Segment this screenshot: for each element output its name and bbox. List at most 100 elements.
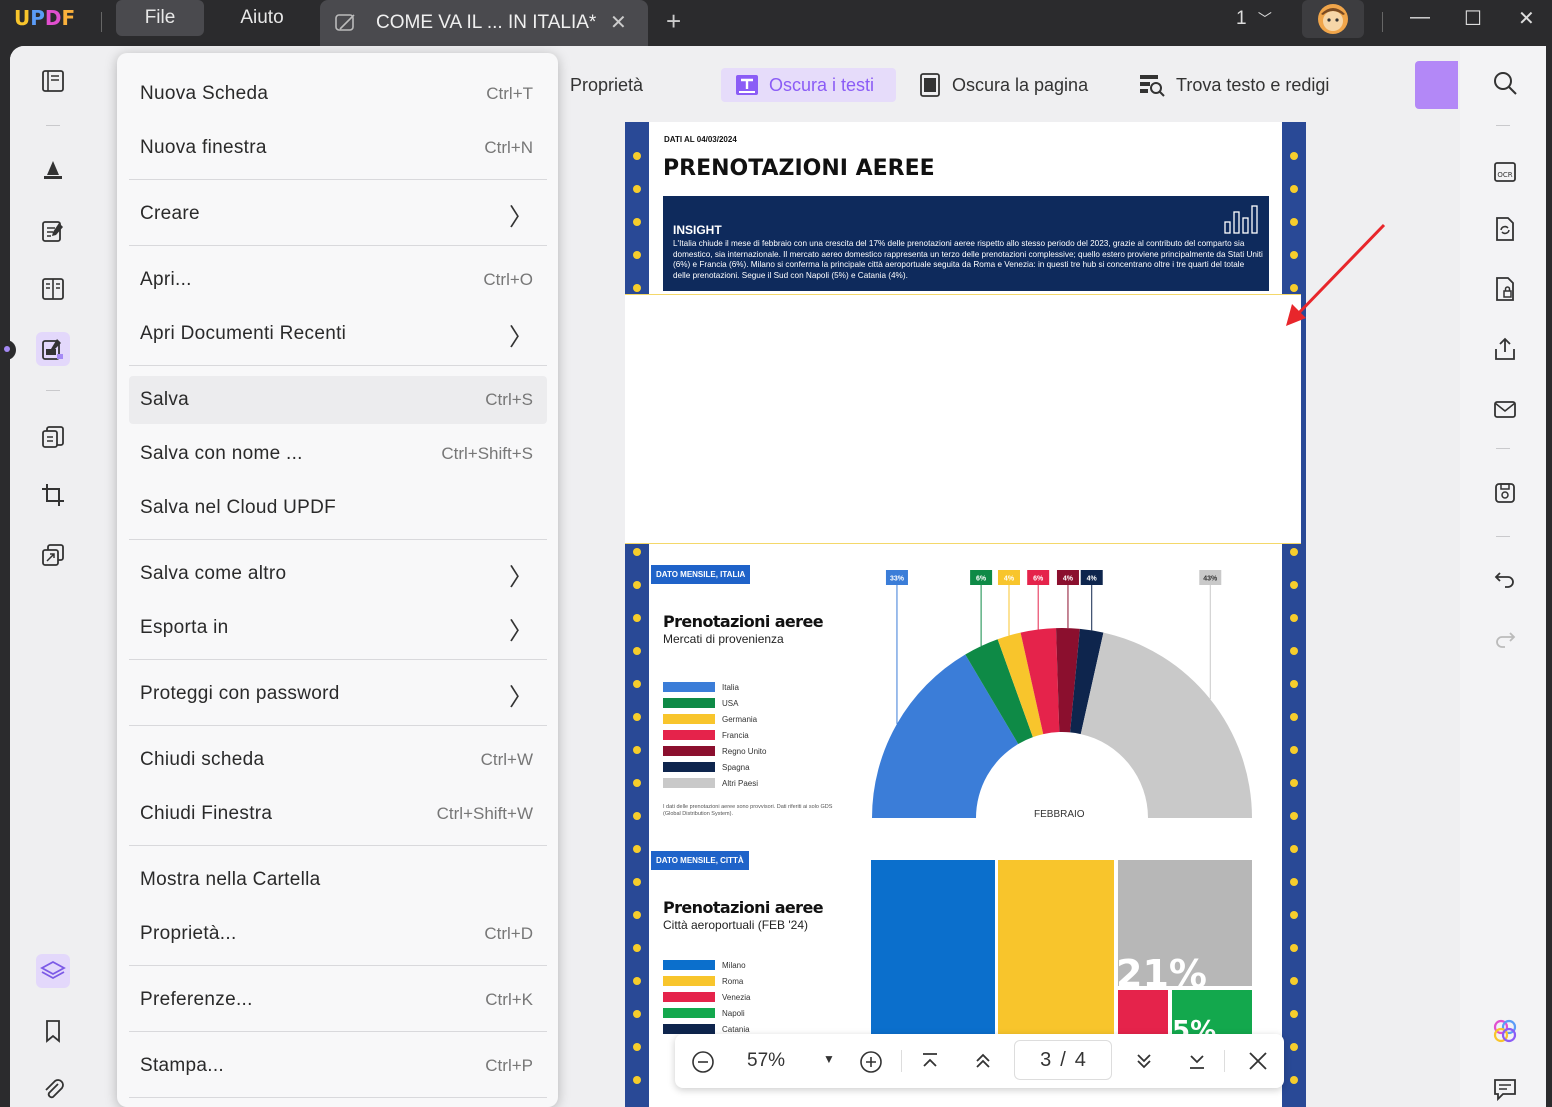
redacted-area[interactable]	[625, 294, 1301, 544]
undo-icon[interactable]	[1488, 562, 1522, 596]
menu-item-esporta[interactable]: Esporta in 〉	[129, 604, 547, 652]
menu-item-preferenze[interactable]: Preferenze... Ctrl+K	[129, 976, 547, 1024]
organize-pages-icon[interactable]	[36, 272, 70, 306]
zoom-level[interactable]: 57%	[747, 1050, 785, 1072]
legend-item: Germania	[663, 714, 757, 724]
legend-label: Italia	[722, 682, 739, 692]
reader-icon[interactable]	[36, 64, 70, 98]
edit-icon	[335, 14, 355, 31]
nav-divider	[901, 1050, 902, 1072]
menu-item-proprieta[interactable]: Proprietà... Ctrl+D	[129, 910, 547, 958]
maximize-button[interactable]: ☐	[1464, 6, 1482, 31]
close-nav-icon[interactable]	[1247, 1050, 1269, 1072]
page-number-field[interactable]: 3 / 4	[1014, 1040, 1112, 1080]
stripe-dot	[1290, 614, 1298, 622]
pages-icon[interactable]	[36, 420, 70, 454]
apply-redaction-button[interactable]	[1415, 61, 1458, 109]
menu-item-label: Preferenze...	[140, 989, 253, 1010]
menu-item-salva-con-nome[interactable]: Salva con nome ... Ctrl+Shift+S	[129, 430, 547, 478]
legend-label: Altri Paesi	[722, 778, 759, 788]
save-icon[interactable]	[1488, 476, 1522, 510]
comment-icon[interactable]	[36, 152, 70, 186]
stripe-dot	[633, 185, 641, 193]
redact-text-icon	[736, 75, 758, 95]
zoom-dropdown-icon[interactable]: ▼	[823, 1052, 835, 1066]
legend-item: Altri Paesi	[663, 778, 758, 788]
stripe-dot	[633, 1010, 641, 1018]
protect-icon[interactable]	[1488, 272, 1522, 306]
titlebar-divider	[101, 12, 102, 32]
stripe-dot	[1290, 1043, 1298, 1051]
bar-chart-icon	[1224, 205, 1258, 234]
find-redact-label: Trova testo e redigi	[1176, 75, 1330, 95]
edit-pdf-icon[interactable]	[36, 214, 70, 248]
stripe-dot	[1290, 878, 1298, 886]
add-tab-button[interactable]: +	[666, 6, 681, 37]
menu-item-apri-recenti[interactable]: Apri Documenti Recenti 〉	[129, 310, 547, 358]
stripe-dot	[1290, 746, 1298, 754]
pdf-page[interactable]: DATI AL 04/03/2024 PRENOTAZIONI AEREE IN…	[625, 122, 1306, 1107]
section1-subtitle: Mercati di provenienza	[663, 632, 784, 646]
next-page-icon[interactable]	[1133, 1050, 1155, 1072]
properties-button[interactable]: Proprietà	[570, 68, 643, 102]
active-indicator	[4, 346, 10, 352]
redo-icon[interactable]	[1488, 622, 1522, 656]
legend-label: Francia	[722, 730, 749, 740]
menu-divider	[129, 965, 547, 966]
window-count[interactable]: 1 ﹀	[1236, 8, 1272, 30]
zoom-out-icon[interactable]	[691, 1050, 715, 1074]
previous-page-icon[interactable]	[972, 1050, 994, 1072]
document-tab[interactable]: COME VA IL ... IN ITALIA* ✕	[320, 0, 648, 46]
redact-text-button[interactable]: Oscura i testi	[721, 68, 897, 102]
menu-item-apri[interactable]: Apri... Ctrl+O	[129, 256, 547, 304]
menu-item-stampa[interactable]: Stampa... Ctrl+P	[129, 1042, 547, 1090]
menu-item-proteggi[interactable]: Proteggi con password 〉	[129, 670, 547, 718]
menu-item-label: Apri Documenti Recenti	[140, 323, 347, 344]
menu-file[interactable]: File	[116, 0, 204, 36]
redact-tool-icon[interactable]	[36, 332, 70, 366]
menu-item-mostra-cartella[interactable]: Mostra nella Cartella	[129, 856, 547, 904]
stripe-dot	[1290, 1010, 1298, 1018]
comments-panel-icon[interactable]	[1488, 1072, 1522, 1106]
ocr-icon[interactable]: OCR	[1488, 154, 1522, 188]
menu-item-chiudi-scheda[interactable]: Chiudi scheda Ctrl+W	[129, 736, 547, 784]
email-icon[interactable]	[1488, 392, 1522, 426]
legend-label: Milano	[722, 960, 746, 970]
copy-icon[interactable]	[36, 538, 70, 572]
share-icon[interactable]	[1488, 332, 1522, 366]
menu-item-salva-cloud[interactable]: Salva nel Cloud UPDF	[129, 484, 547, 532]
data-label: 6%	[1033, 576, 1044, 583]
menu-item-salva[interactable]: Salva Ctrl+S	[129, 376, 547, 424]
menu-item-salva-come-altro[interactable]: Salva come altro 〉	[129, 550, 547, 598]
legend-swatch	[663, 730, 715, 740]
menu-item-nuova-finestra[interactable]: Nuova finestra Ctrl+N	[129, 124, 547, 172]
stripe-dot	[633, 1043, 641, 1051]
convert-icon[interactable]	[1488, 212, 1522, 246]
redact-page-button[interactable]: Oscura la pagina	[918, 68, 1088, 102]
crop-icon[interactable]	[36, 478, 70, 512]
avatar[interactable]	[1302, 0, 1364, 38]
close-window-button[interactable]: ✕	[1518, 6, 1535, 31]
zoom-in-icon[interactable]	[859, 1050, 883, 1074]
last-page-icon[interactable]	[1186, 1050, 1208, 1072]
section1-note: I dati delle prenotazioni aeree sono pro…	[663, 804, 833, 817]
data-label: 4%	[1063, 576, 1074, 583]
menu-item-label: Chiudi Finestra	[140, 803, 273, 824]
close-tab-button[interactable]: ✕	[610, 10, 627, 35]
find-redact-button[interactable]: Trova testo e redigi	[1138, 68, 1329, 102]
menu-item-creare[interactable]: Creare 〉	[129, 190, 547, 238]
menu-aiuto[interactable]: Aiuto	[222, 0, 302, 36]
search-icon[interactable]	[1488, 66, 1522, 100]
first-page-icon[interactable]	[919, 1050, 941, 1072]
layers-icon[interactable]	[36, 954, 70, 988]
ai-assistant-icon[interactable]	[1488, 1014, 1522, 1048]
attachment-icon[interactable]	[36, 1072, 70, 1106]
data-label: 4%	[1087, 576, 1098, 583]
minimize-button[interactable]: —	[1410, 6, 1430, 29]
page-title: PRENOTAZIONI AEREE	[663, 156, 935, 181]
menu-item-nuova-scheda[interactable]: Nuova Scheda Ctrl+T	[129, 70, 547, 118]
bookmark-icon[interactable]	[36, 1014, 70, 1048]
menu-item-shortcut: Ctrl+Shift+S	[441, 444, 533, 463]
menu-item-chiudi-finestra[interactable]: Chiudi Finestra Ctrl+Shift+W	[129, 790, 547, 838]
insight-title: INSIGHT	[673, 223, 722, 237]
